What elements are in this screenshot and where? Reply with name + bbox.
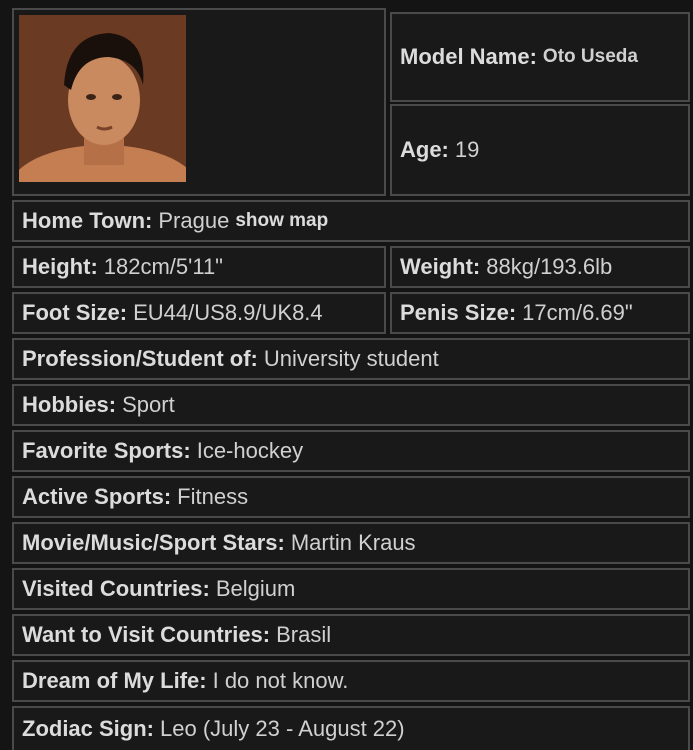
zodiac-row: Zodiac Sign: Leo (July 23 - August 22) bbox=[12, 706, 690, 750]
visited-countries-label: Visited Countries: bbox=[22, 576, 210, 601]
stars-value: Martin Kraus bbox=[290, 530, 416, 555]
profession-label: Profession/Student of: bbox=[22, 346, 258, 371]
penis-size-label: Penis Size: bbox=[400, 300, 517, 325]
stars-row: Movie/Music/Sport Stars: Martin Kraus bbox=[12, 522, 690, 564]
zodiac-value: Leo (July 23 - August 22) bbox=[160, 716, 405, 741]
penis-size-value: 17cm/6.69" bbox=[522, 300, 633, 325]
stars-label: Movie/Music/Sport Stars: bbox=[22, 530, 285, 555]
dream-row: Dream of My Life: I do not know. bbox=[12, 660, 690, 702]
foot-size-label: Foot Size: bbox=[22, 300, 128, 325]
favorite-sports-label: Favorite Sports: bbox=[22, 438, 191, 463]
home-town-label: Home Town: bbox=[22, 208, 153, 233]
show-map-link[interactable]: show map bbox=[235, 210, 328, 232]
age-label: Age: bbox=[400, 137, 449, 162]
active-sports-value: Fitness bbox=[177, 484, 249, 509]
photo-cell bbox=[12, 8, 386, 196]
profession-row: Profession/Student of: University studen… bbox=[12, 338, 690, 380]
penis-size-row: Penis Size: 17cm/6.69" bbox=[390, 292, 690, 334]
visited-countries-value: Belgium bbox=[215, 576, 296, 601]
dream-value: I do not know. bbox=[212, 668, 349, 693]
hobbies-value: Sport bbox=[122, 392, 175, 417]
weight-value: 88kg/193.6lb bbox=[486, 254, 613, 279]
want-visit-label: Want to Visit Countries: bbox=[22, 622, 271, 647]
foot-size-value: EU44/US8.9/UK8.4 bbox=[133, 300, 323, 325]
age-row: Age: 19 bbox=[390, 104, 690, 196]
visited-countries-row: Visited Countries: Belgium bbox=[12, 568, 690, 610]
hobbies-label: Hobbies: bbox=[22, 392, 117, 417]
profile-table: Model Name: Oto Useda Age: 19 Home Town:… bbox=[0, 0, 693, 750]
model-name-value: Oto Useda bbox=[542, 46, 638, 67]
foot-size-row: Foot Size: EU44/US8.9/UK8.4 bbox=[12, 292, 386, 334]
home-town-value: Prague bbox=[158, 208, 230, 233]
favorite-sports-row: Favorite Sports: Ice-hockey bbox=[12, 430, 690, 472]
active-sports-label: Active Sports: bbox=[22, 484, 172, 509]
height-label: Height: bbox=[22, 254, 98, 279]
model-name-label: Model Name: bbox=[400, 44, 537, 69]
profession-value: University student bbox=[263, 346, 439, 371]
want-visit-row: Want to Visit Countries: Brasil bbox=[12, 614, 690, 656]
favorite-sports-value: Ice-hockey bbox=[196, 438, 304, 463]
hobbies-row: Hobbies: Sport bbox=[12, 384, 690, 426]
weight-row: Weight: 88kg/193.6lb bbox=[390, 246, 690, 288]
want-visit-value: Brasil bbox=[276, 622, 332, 647]
home-town-row: Home Town: Prague show map bbox=[12, 200, 690, 242]
height-row: Height: 182cm/5'11" bbox=[12, 246, 386, 288]
height-value: 182cm/5'11" bbox=[103, 254, 223, 279]
zodiac-label: Zodiac Sign: bbox=[22, 716, 154, 741]
age-value: 19 bbox=[454, 137, 480, 162]
active-sports-row: Active Sports: Fitness bbox=[12, 476, 690, 518]
dream-label: Dream of My Life: bbox=[22, 668, 207, 693]
portrait-image bbox=[19, 15, 186, 182]
model-name-row: Model Name: Oto Useda bbox=[390, 12, 690, 102]
model-photo[interactable] bbox=[19, 15, 186, 182]
weight-label: Weight: bbox=[400, 254, 481, 279]
